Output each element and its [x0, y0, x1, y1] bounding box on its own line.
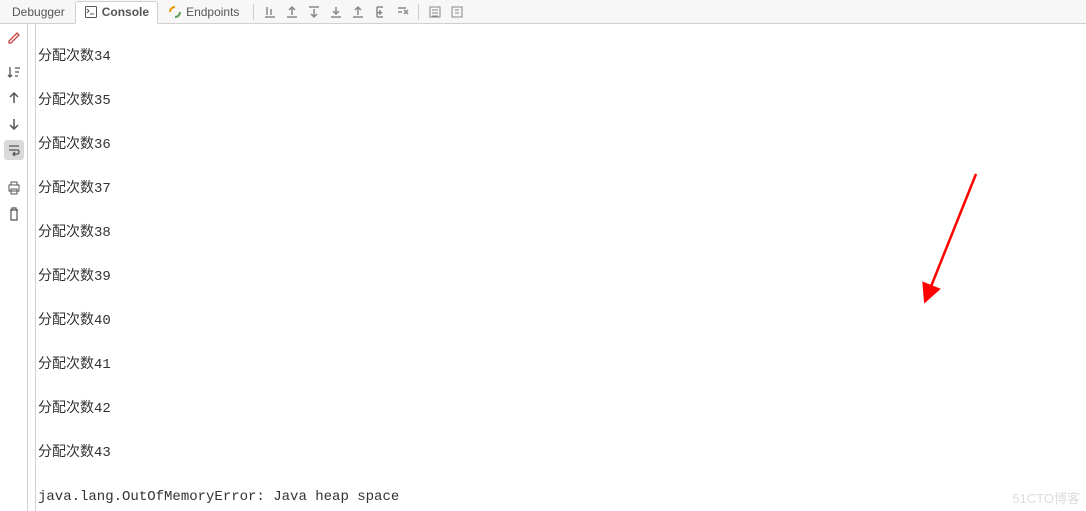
tab-label: Endpoints — [186, 5, 239, 19]
tab-label: Console — [102, 5, 149, 19]
print-icon[interactable] — [4, 178, 24, 198]
log-line: 分配次数41 — [38, 354, 1086, 376]
toolbar-btn-3[interactable] — [304, 2, 324, 22]
toolbar-btn-calc2[interactable] — [447, 2, 467, 22]
log-line: 分配次数43 — [38, 442, 1086, 464]
trash-icon[interactable] — [4, 204, 24, 224]
fold-gutter — [28, 24, 36, 511]
tab-endpoints[interactable]: Endpoints — [160, 0, 247, 23]
tab-label: Debugger — [12, 5, 65, 19]
log-line: 分配次数38 — [38, 222, 1086, 244]
arrow-down-icon[interactable] — [4, 114, 24, 134]
log-line: 分配次数40 — [38, 310, 1086, 332]
log-line: 分配次数39 — [38, 266, 1086, 288]
tool-tabs: Debugger Console Endpoints — [0, 0, 1086, 24]
log-line: 分配次数42 — [38, 398, 1086, 420]
wrap-icon[interactable] — [4, 140, 24, 160]
arrow-up-icon[interactable] — [4, 88, 24, 108]
log-line: 分配次数36 — [38, 134, 1086, 156]
log-line: 分配次数34 — [38, 46, 1086, 68]
tab-debugger[interactable]: Debugger — [4, 0, 73, 23]
toolbar-btn-1[interactable] — [260, 2, 280, 22]
log-line: java.lang.OutOfMemoryError: Java heap sp… — [38, 486, 1086, 508]
console-icon — [84, 5, 98, 19]
tab-console[interactable]: Console — [75, 1, 158, 24]
left-gutter — [0, 24, 28, 511]
endpoints-icon — [168, 5, 182, 19]
watermark: 51CTO博客 — [1012, 488, 1080, 507]
toolbar-btn-7[interactable] — [392, 2, 412, 22]
toolbar-btn-2[interactable] — [282, 2, 302, 22]
edit-icon[interactable] — [4, 28, 24, 48]
toolbar-btn-5[interactable] — [348, 2, 368, 22]
toolbar-btn-6[interactable] — [370, 2, 390, 22]
sort-down-icon[interactable] — [4, 62, 24, 82]
log-line: 分配次数35 — [38, 90, 1086, 112]
console-output: 分配次数34 分配次数35 分配次数36 分配次数37 分配次数38 分配次数3… — [36, 24, 1086, 511]
log-line: 分配次数37 — [38, 178, 1086, 200]
separator — [253, 4, 254, 20]
toolbar-btn-calc1[interactable] — [425, 2, 445, 22]
toolbar-btn-4[interactable] — [326, 2, 346, 22]
separator — [418, 4, 419, 20]
